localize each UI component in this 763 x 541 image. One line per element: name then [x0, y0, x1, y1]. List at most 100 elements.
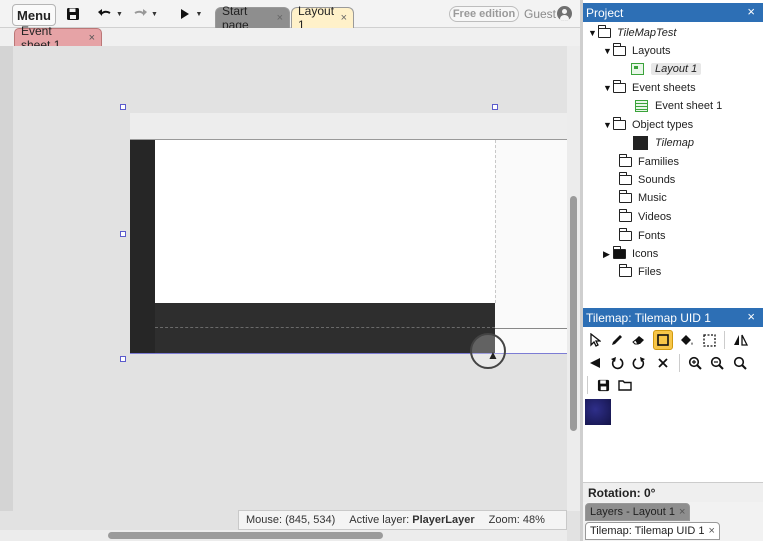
mirror-icon[interactable]: [731, 331, 749, 349]
viewport-margin: [0, 46, 13, 511]
play-dropdown-icon[interactable]: ▼: [196, 11, 203, 18]
tree-item-sounds[interactable]: Sounds: [618, 171, 676, 189]
tree-item-label: Music: [638, 192, 667, 204]
resize-handle-top[interactable]: [492, 104, 498, 110]
tilemap-wall-tiles[interactable]: [130, 140, 155, 353]
redo-dropdown-icon[interactable]: ▼: [151, 11, 158, 18]
event-sheet-icon: [635, 100, 648, 112]
tab-tilemap[interactable]: Tilemap: Tilemap UID 1 ×: [585, 522, 720, 540]
redo-icon[interactable]: ▼: [131, 4, 159, 24]
tilemap-floor-tiles[interactable]: [155, 303, 495, 353]
pointer-icon[interactable]: [586, 331, 604, 349]
main-toolbar: Menu ▼ ▼ ▼ Start page × Layout 1 × Free …: [0, 0, 580, 32]
folder-icon: [618, 228, 632, 241]
eraser-icon[interactable]: [630, 331, 648, 349]
tree-item-layouts[interactable]: ▼ Layouts: [603, 42, 671, 60]
bottom-tab-bar: Layers - Layout 1 × Tilemap: Tilemap UID…: [583, 502, 763, 541]
play-icon[interactable]: ▼: [176, 4, 206, 24]
close-icon[interactable]: ×: [747, 309, 755, 324]
tree-item-music[interactable]: Music: [618, 189, 667, 207]
reset-icon[interactable]: [654, 354, 672, 372]
tree-item-object-types[interactable]: ▼ Object types: [603, 116, 693, 134]
tile-row-divider: [155, 327, 495, 328]
toolbar-separator: [724, 331, 725, 349]
tree-item-videos[interactable]: Videos: [618, 208, 672, 226]
secondary-tab-row: Event sheet 1 ×: [0, 24, 580, 52]
tree-item-label: Fonts: [638, 230, 666, 242]
flip-icon[interactable]: [586, 354, 604, 372]
status-bar: Mouse: (845, 534) Active layer: PlayerLa…: [238, 510, 567, 530]
horizontal-scrollbar[interactable]: [0, 530, 567, 541]
tilemap-panel-body: [583, 327, 763, 482]
tilemap-object-icon: [633, 136, 648, 150]
tab-event-sheet-1[interactable]: Event sheet 1 ×: [14, 24, 102, 52]
selection-icon[interactable]: [700, 331, 718, 349]
tree-item-label: Layout 1: [651, 63, 702, 75]
user-avatar-icon[interactable]: [557, 6, 572, 21]
folder-icon: [618, 264, 632, 277]
close-icon[interactable]: ×: [277, 12, 283, 24]
vertical-scrollbar-thumb[interactable]: [570, 196, 577, 431]
expand-arrow-icon[interactable]: ▼: [603, 83, 613, 93]
tree-item-event-sheets[interactable]: ▼ Event sheets: [603, 79, 696, 97]
folder-icon: [597, 25, 611, 38]
tree-item-layout-1[interactable]: Layout 1: [631, 60, 702, 78]
folder-icon: [612, 43, 626, 56]
tree-item-fonts[interactable]: Fonts: [618, 227, 666, 245]
tree-item-label: Layouts: [632, 45, 671, 57]
folder-icon: [612, 117, 626, 130]
tab-layers[interactable]: Layers - Layout 1 ×: [585, 503, 691, 521]
viewport-guide-line: [495, 140, 496, 303]
close-icon[interactable]: ×: [709, 525, 715, 537]
close-icon[interactable]: ×: [89, 32, 95, 44]
tree-item-tilemap[interactable]: Tilemap: [633, 134, 694, 152]
expand-arrow-icon[interactable]: ▼: [603, 46, 613, 56]
tree-item-families[interactable]: Families: [618, 153, 679, 171]
tab-label: Layers - Layout 1: [590, 506, 675, 518]
tree-item-icons[interactable]: ▶ Icons: [603, 245, 658, 263]
save-icon[interactable]: [594, 376, 612, 394]
fill-bucket-icon[interactable]: [677, 331, 695, 349]
folder-icon: [618, 154, 632, 167]
tree-item-label: Sounds: [638, 174, 676, 186]
tileset-tile[interactable]: [585, 399, 611, 425]
save-icon[interactable]: [64, 4, 82, 24]
tab-start-page[interactable]: Start page ×: [215, 4, 290, 32]
horizontal-scrollbar-thumb[interactable]: [108, 532, 383, 539]
tree-item-files[interactable]: Files: [618, 263, 661, 281]
project-tree: ▼ TileMapTest ▼ Layouts Layout 1 ▼ Event…: [583, 22, 763, 304]
layout-viewport[interactable]: ▲ Mouse: (845, 534) Active layer: Player…: [0, 46, 580, 541]
tree-item-label: Tilemap: [655, 137, 695, 149]
tree-item-root[interactable]: ▼ TileMapTest: [588, 24, 676, 42]
tab-label: Tilemap: Tilemap UID 1: [590, 525, 705, 537]
close-icon[interactable]: ×: [747, 4, 755, 19]
free-edition-badge[interactable]: Free edition: [449, 6, 519, 22]
resize-handle-left[interactable]: [120, 231, 126, 237]
rectangle-icon[interactable]: [653, 330, 673, 350]
undo-dropdown-icon[interactable]: ▼: [116, 11, 123, 18]
tree-item-event-sheet-1[interactable]: Event sheet 1: [635, 97, 722, 115]
zoom-reset-icon[interactable]: [731, 354, 749, 372]
rotate-right-icon[interactable]: [630, 354, 648, 372]
resize-handle-bottom-left[interactable]: [120, 356, 126, 362]
tree-item-label: Videos: [638, 211, 672, 223]
undo-icon[interactable]: ▼: [96, 4, 124, 24]
vertical-scrollbar[interactable]: [567, 46, 580, 511]
mouse-pointer-icon: ▲: [487, 348, 499, 362]
close-icon[interactable]: ×: [679, 506, 685, 518]
folder-icon[interactable]: [616, 376, 634, 394]
layout-icon: [631, 63, 644, 75]
expand-arrow-icon[interactable]: ▼: [603, 120, 613, 130]
close-icon[interactable]: ×: [341, 12, 347, 24]
zoom-in-icon[interactable]: [686, 354, 704, 372]
resize-handle-top-left[interactable]: [120, 104, 126, 110]
collapse-arrow-icon[interactable]: ▶: [603, 249, 613, 260]
guest-label[interactable]: Guest: [524, 6, 556, 22]
tree-item-label: TileMapTest: [617, 27, 677, 39]
tab-layout-1[interactable]: Layout 1 ×: [291, 4, 354, 32]
pencil-icon[interactable]: [608, 331, 626, 349]
expand-arrow-icon[interactable]: ▼: [588, 28, 598, 38]
zoom-out-icon[interactable]: [708, 354, 726, 372]
project-panel-title: Project: [586, 5, 624, 20]
rotate-left-icon[interactable]: [608, 354, 626, 372]
